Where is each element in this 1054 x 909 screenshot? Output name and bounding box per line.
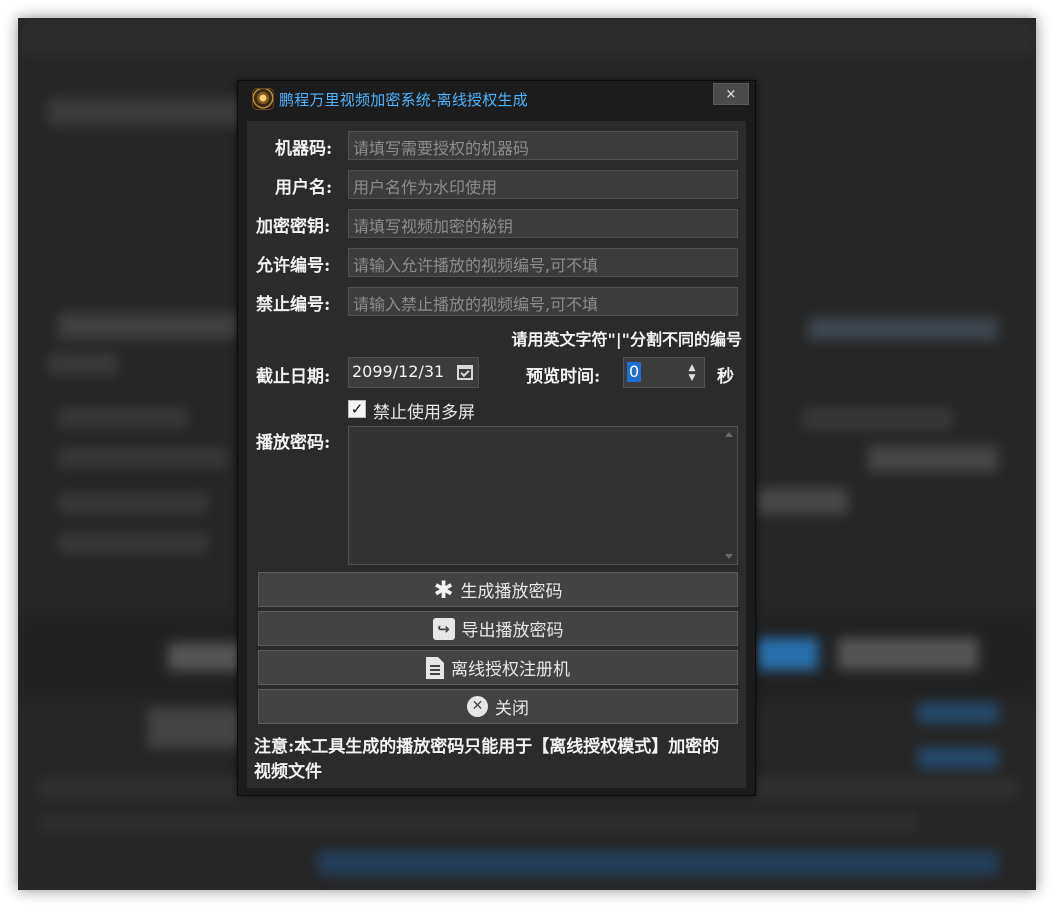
textarea-scrollbar[interactable] (721, 427, 737, 564)
expiry-date-value: 2099/12/31 (352, 362, 445, 381)
form-panel: 机器码: 请填写需要授权的机器码 用户名: 用户名作为水印使用 加密密钥: 请填… (247, 121, 746, 788)
generate-password-button[interactable]: ✱ 生成播放密码 (258, 572, 738, 607)
app-logo-icon (253, 89, 273, 109)
separator-hint: 请用英文字符"|"分割不同的编号 (511, 330, 743, 349)
machine-code-input[interactable]: 请填写需要授权的机器码 (348, 131, 738, 160)
forbid-ids-label: 禁止编号: (256, 295, 331, 315)
share-icon: ↪ (432, 617, 455, 640)
expiry-date-picker[interactable]: 2099/12/31 (348, 357, 479, 388)
file-icon (426, 656, 444, 679)
calendar-icon[interactable] (457, 365, 473, 380)
preview-time-label: 预览时间: (526, 367, 601, 387)
close-circle-icon: ✕ (467, 696, 488, 717)
allow-ids-input[interactable]: 请输入允许播放的视频编号,可不填 (348, 248, 738, 277)
register-machine-button[interactable]: 离线授权注册机 (258, 650, 738, 685)
spin-up-icon[interactable]: ▲ (687, 363, 697, 373)
expiry-date-label: 截止日期: (256, 367, 331, 387)
multiscreen-checkbox[interactable]: ✓ (348, 400, 366, 418)
export-password-button[interactable]: ↪ 导出播放密码 (258, 611, 738, 646)
register-machine-label: 离线授权注册机 (451, 660, 570, 680)
close-label: 关闭 (495, 699, 529, 719)
username-label: 用户名: (275, 178, 333, 198)
spin-down-icon[interactable]: ▼ (687, 373, 697, 383)
multiscreen-label[interactable]: 禁止使用多屏 (373, 398, 475, 423)
machine-code-label: 机器码: (275, 139, 333, 159)
dialog-title: 鹏程万里视频加密系统-离线授权生成 (279, 91, 528, 109)
encrypt-key-input[interactable]: 请填写视频加密的秘钥 (348, 209, 738, 238)
preview-time-value[interactable]: 0 (627, 362, 642, 382)
notice-text: 注意:本工具生成的播放密码只能用于【离线授权模式】加密的视频文件 (254, 737, 720, 782)
preview-time-unit: 秒 (717, 367, 734, 387)
scroll-up-icon[interactable] (725, 432, 733, 437)
asterisk-icon: ✱ (433, 575, 454, 604)
play-password-textarea[interactable] (348, 426, 738, 565)
allow-ids-label: 允许编号: (256, 256, 331, 276)
encrypt-key-label: 加密密钥: (256, 217, 331, 237)
play-password-label: 播放密码: (256, 433, 331, 453)
scroll-down-icon[interactable] (725, 554, 733, 559)
forbid-ids-input[interactable]: 请输入禁止播放的视频编号,可不填 (348, 287, 738, 316)
offline-license-dialog: 鹏程万里视频加密系统-离线授权生成 × 机器码: 请填写需要授权的机器码 用户名… (237, 80, 756, 796)
generate-password-label: 生成播放密码 (460, 582, 563, 602)
close-button[interactable]: ✕ 关闭 (258, 689, 738, 724)
dialog-titlebar[interactable]: 鹏程万里视频加密系统-离线授权生成 × (238, 81, 755, 121)
close-window-button[interactable]: × (713, 83, 749, 105)
preview-time-spinbox[interactable]: 0 ▲ ▼ (623, 357, 705, 388)
username-input[interactable]: 用户名作为水印使用 (348, 170, 738, 199)
export-password-label: 导出播放密码 (461, 621, 564, 641)
